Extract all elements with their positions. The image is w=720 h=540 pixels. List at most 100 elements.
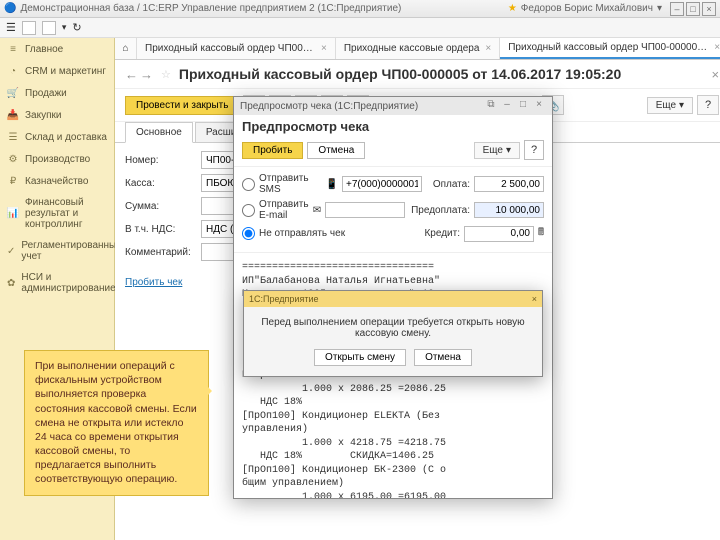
forward-icon[interactable]: → bbox=[140, 67, 153, 82]
sidebar-item-regulated[interactable]: ✓Регламентированный учет bbox=[0, 235, 114, 267]
sum-label: Сумма: bbox=[125, 201, 195, 212]
confirm-close-icon[interactable]: × bbox=[532, 294, 537, 304]
comment-label: Комментарий: bbox=[125, 247, 195, 258]
credit-amount-field[interactable] bbox=[464, 226, 534, 242]
document-tabs: ⌂ Приходный кассовый ордер ЧП00-000001 о… bbox=[115, 38, 720, 60]
purchase-icon: 📥 bbox=[7, 109, 19, 121]
open-shift-button[interactable]: Открыть смену bbox=[314, 349, 406, 366]
sidebar-item-label: Финансовый результат и контроллинг bbox=[25, 197, 107, 230]
pay-label: Оплата: bbox=[433, 179, 470, 190]
sidebar-item-label: Казначейство bbox=[25, 176, 88, 187]
tab-list[interactable]: Приходные кассовые ордера × bbox=[336, 38, 500, 59]
sidebar-item-sales[interactable]: 🛒Продажи bbox=[0, 82, 114, 104]
post-and-close-button[interactable]: Провести и закрыть bbox=[125, 96, 239, 115]
phone-icon: 📱 bbox=[326, 179, 338, 190]
finance-icon: 📊 bbox=[7, 208, 19, 220]
sms-phone-field[interactable] bbox=[342, 176, 422, 192]
favorite-icon[interactable]: ☆ bbox=[161, 68, 171, 81]
subtab-main[interactable]: Основное bbox=[125, 122, 193, 143]
email-label: Отправить E-mail bbox=[259, 199, 309, 221]
dropdown-icon[interactable]: ▾ bbox=[62, 22, 67, 33]
dropdown-icon: ▾ bbox=[657, 3, 662, 14]
send-sms-radio[interactable] bbox=[242, 178, 255, 191]
app-titlebar: 🔵 Демонстрационная база / 1C:ERP Управле… bbox=[0, 0, 720, 18]
punch-receipt-link[interactable]: Пробить чек bbox=[125, 277, 182, 288]
sidebar-item-label: CRM и маркетинг bbox=[25, 66, 106, 77]
sidebar-item-production[interactable]: ⚙Производство bbox=[0, 148, 114, 170]
punch-button[interactable]: Пробить bbox=[242, 142, 303, 159]
sms-label: Отправить SMS bbox=[259, 173, 322, 195]
mail-icon: ✉ bbox=[313, 205, 321, 216]
modal-titlebar: Предпросмотр чека (1С:Предприятие) ⧉ – □… bbox=[234, 97, 552, 115]
sidebar-item-label: НСИ и администрирование bbox=[21, 272, 115, 294]
sidebar-item-warehouse[interactable]: ☰ Склад и доставка bbox=[0, 126, 114, 148]
pay-amount-field[interactable] bbox=[474, 176, 544, 192]
close-tab-icon[interactable]: × bbox=[714, 42, 720, 53]
close-tab-icon[interactable]: × bbox=[321, 43, 327, 54]
minimize-button[interactable]: – bbox=[670, 2, 684, 16]
warehouse-icon: ☰ bbox=[7, 131, 19, 143]
sidebar-item-label: Главное bbox=[25, 44, 63, 55]
preview-heading: Предпросмотр чека bbox=[242, 119, 544, 134]
star-icon: ★ bbox=[508, 3, 517, 14]
user-block[interactable]: ★ Федоров Борис Михайлович ▾ bbox=[508, 3, 662, 14]
close-button[interactable]: × bbox=[702, 2, 716, 16]
help-button[interactable]: ? bbox=[697, 95, 719, 115]
production-icon: ⚙ bbox=[7, 153, 19, 165]
sidebar-item-label: Склад и доставка bbox=[25, 132, 107, 143]
modal-close-icon[interactable]: × bbox=[532, 99, 546, 113]
gear-icon: ✿ bbox=[7, 277, 15, 289]
sidebar-item-label: Регламентированный учет bbox=[21, 240, 121, 262]
cancel-preview-button[interactable]: Отмена bbox=[307, 142, 365, 159]
send-none-radio[interactable] bbox=[242, 227, 255, 240]
app-logo: 🔵 bbox=[4, 3, 16, 14]
user-name: Федоров Борис Михайлович bbox=[521, 3, 653, 14]
annotation-callout: При выполнении операций с фискальным уст… bbox=[24, 350, 209, 496]
confirm-cancel-button[interactable]: Отмена bbox=[414, 349, 472, 366]
prepay-amount-field[interactable] bbox=[474, 202, 544, 218]
sidebar-item-main[interactable]: ≡ Главное bbox=[0, 38, 114, 60]
sidebar-item-admin[interactable]: ✿ НСИ и администрирование bbox=[0, 267, 114, 299]
crm-icon: ◔ bbox=[7, 65, 19, 77]
more-button[interactable]: Еще ▾ bbox=[647, 97, 693, 114]
tool-icon-2[interactable] bbox=[42, 21, 56, 35]
sidebar-item-crm[interactable]: ◔ CRM и маркетинг bbox=[0, 60, 114, 82]
home-icon: ≡ bbox=[7, 43, 19, 55]
kassa-label: Касса: bbox=[125, 178, 195, 189]
treasury-icon: ₽ bbox=[7, 175, 19, 187]
system-toolbar: ☰ ▾ ↻ bbox=[0, 18, 720, 38]
back-icon[interactable]: ← bbox=[125, 67, 138, 82]
preview-more-button[interactable]: Еще ▾ bbox=[474, 142, 520, 159]
email-field[interactable] bbox=[325, 202, 405, 218]
tool-icon-1[interactable] bbox=[22, 21, 36, 35]
calc-icon[interactable]: 🖩 bbox=[538, 225, 544, 242]
confirm-message: Перед выполнением операции требуется отк… bbox=[244, 307, 542, 349]
maximize-button[interactable]: □ bbox=[686, 2, 700, 16]
sidebar-item-purchases[interactable]: 📥Закупки bbox=[0, 104, 114, 126]
refresh-icon[interactable]: ↻ bbox=[72, 21, 81, 34]
confirm-titlebar: 1С:Предприятие× bbox=[244, 291, 542, 307]
confirm-dialog: 1С:Предприятие× Перед выполнением операц… bbox=[243, 290, 543, 377]
modal-minimize-icon[interactable]: – bbox=[500, 99, 514, 113]
modal-maximize-icon[interactable]: □ bbox=[516, 99, 530, 113]
sidebar-item-finance[interactable]: 📊 Финансовый результат и контроллинг bbox=[0, 192, 114, 235]
vat-label: В т.ч. НДС: bbox=[125, 224, 195, 235]
button-label: Еще bbox=[483, 145, 503, 156]
tab-label: Приходный кассовый ордер ЧП00-000005 от … bbox=[508, 42, 708, 53]
close-document-icon[interactable]: × bbox=[711, 67, 719, 82]
send-email-radio[interactable] bbox=[242, 204, 255, 217]
preview-help-button[interactable]: ? bbox=[524, 140, 544, 160]
send-options: Отправить SMS 📱 Оплата: Отправить E-mail… bbox=[234, 167, 552, 253]
check-icon: ✓ bbox=[7, 245, 15, 257]
credit-label: Кредит: bbox=[424, 228, 460, 239]
tab-doc-1[interactable]: Приходный кассовый ордер ЧП00-000001 от … bbox=[137, 38, 336, 59]
show-start-page[interactable]: ⌂ bbox=[115, 38, 137, 59]
tab-doc-current[interactable]: Приходный кассовый ордер ЧП00-000005 от … bbox=[500, 38, 720, 59]
modal-tool-icon[interactable]: ⧉ bbox=[484, 99, 498, 113]
number-label: Номер: bbox=[125, 155, 195, 166]
tab-label: Приходный кассовый ордер ЧП00-000001 от … bbox=[145, 43, 315, 54]
menu-icon[interactable]: ☰ bbox=[6, 21, 16, 34]
tab-label: Приходные кассовые ордера bbox=[344, 43, 480, 54]
sidebar-item-treasury[interactable]: ₽ Казначейство bbox=[0, 170, 114, 192]
close-tab-icon[interactable]: × bbox=[485, 43, 491, 54]
